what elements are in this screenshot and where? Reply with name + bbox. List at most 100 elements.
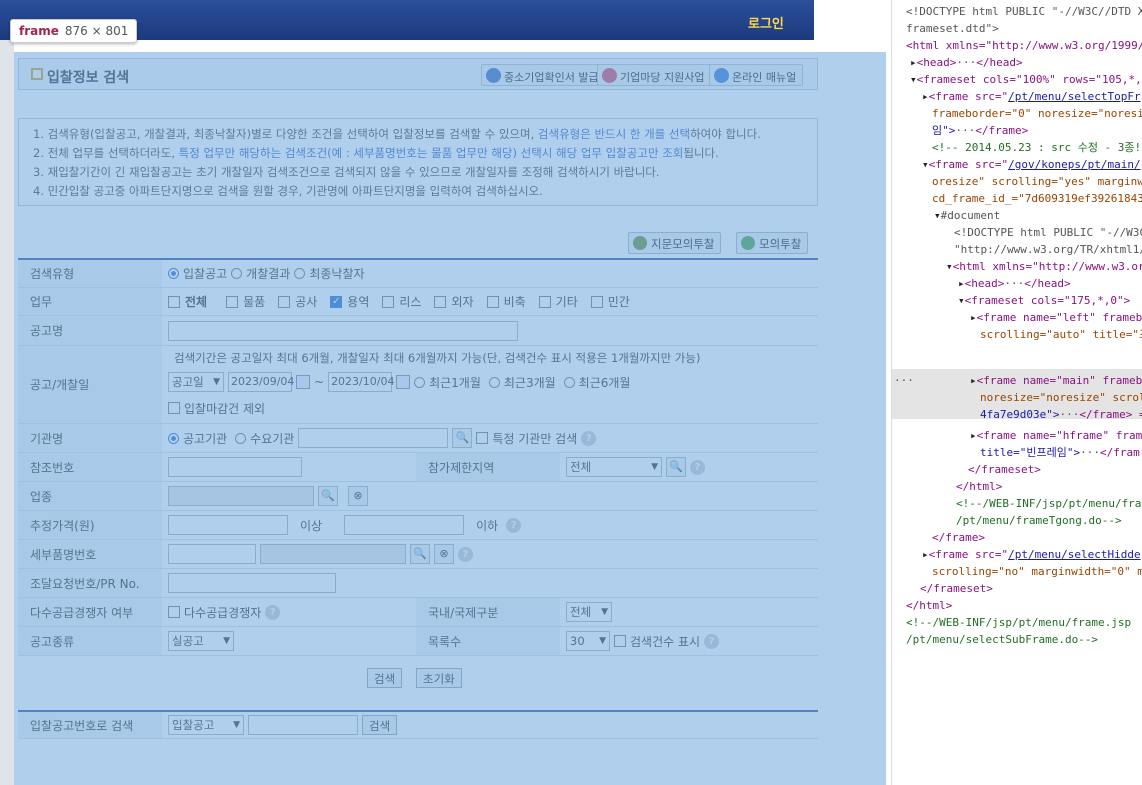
page-title-bar: 입찰정보 검색 중소기업확인서 발급 기업마당 지원사업 온라인 매뉴얼 bbox=[18, 58, 818, 90]
mock-bid-button[interactable]: 모의투찰 bbox=[736, 232, 809, 254]
bizinfo-button[interactable]: 기업마당 지원사업 bbox=[597, 64, 712, 86]
row-work: 업무 전체 물품 공사 ✓ 용역 리스 외자 비축 기타 민간 bbox=[18, 288, 818, 316]
radio-opening-result[interactable] bbox=[231, 268, 243, 279]
chk-work-etc[interactable] bbox=[538, 295, 551, 308]
chk-work-service[interactable]: ✓ bbox=[330, 295, 343, 308]
dom-node: </html> bbox=[956, 480, 1003, 493]
dom-node-frame-left[interactable]: ▸<frame name="left" frameb bbox=[970, 309, 1142, 326]
row-detail-item: 세부품명번호 🔍 ⊗ ? bbox=[18, 540, 818, 569]
dom-node: </frameset> bbox=[968, 463, 1041, 476]
dom-node-frameset[interactable]: ▾<frameset cols="100%" rows="105,*, bbox=[910, 71, 1142, 88]
chk-work-construction[interactable] bbox=[278, 295, 291, 308]
chk-work-stockpile[interactable] bbox=[486, 295, 499, 308]
dom-node-frame-main-selected[interactable]: ▸<frame name="main" frameb bbox=[970, 372, 1142, 389]
login-link[interactable]: 로그인 bbox=[748, 13, 784, 32]
dom-node-frame-main[interactable]: ▾<frame src="/gov/koneps/pt/main/ bbox=[922, 156, 1141, 173]
region-select[interactable]: 전체 ▼ bbox=[566, 457, 662, 477]
clear-icon[interactable]: ⊗ bbox=[434, 544, 454, 564]
dom-node: scrolling="no" marginwidth="0" m bbox=[932, 565, 1142, 578]
clear-icon[interactable]: ⊗ bbox=[348, 486, 368, 506]
pr-number-input[interactable] bbox=[168, 573, 336, 593]
dom-node[interactable]: frameset.dtd"> bbox=[906, 20, 999, 37]
search-icon[interactable]: 🔍 bbox=[318, 486, 338, 506]
chk-exclude-closed[interactable] bbox=[168, 402, 180, 414]
label-price: 추정가격(원) bbox=[18, 511, 162, 539]
dom-node-head[interactable]: ▸<head>···</head> bbox=[958, 275, 1071, 292]
bid-number-input[interactable] bbox=[248, 715, 358, 735]
dom-comment: /pt/menu/frameTgong.do--> bbox=[956, 514, 1122, 527]
globe-icon bbox=[486, 68, 501, 83]
radio-recent-6m[interactable] bbox=[563, 376, 575, 388]
notice-kind-select[interactable]: 실공고 ▼ bbox=[168, 631, 234, 651]
dom-node-head[interactable]: ▸<head>···</head> bbox=[910, 54, 1023, 71]
dom-node-document[interactable]: ▾#document bbox=[934, 207, 1000, 224]
label-multi-supplier: 다수공급경쟁자 여부 bbox=[18, 598, 162, 626]
guide-line-2: 2. 전체 업무를 선택하더라도, 특정 업무만 해당하는 검색조건(예 : 세… bbox=[33, 146, 719, 160]
dom-node-html[interactable]: ▾<html xmlns="http://www.w3.or bbox=[946, 258, 1142, 275]
dom-node[interactable]: <html xmlns="http://www.w3.org/1999/ bbox=[906, 37, 1142, 54]
help-icon[interactable]: ? bbox=[458, 546, 473, 562]
search-icon[interactable]: 🔍 bbox=[452, 428, 473, 448]
date-to-input[interactable]: 2023/10/04 bbox=[328, 372, 394, 392]
sme-certificate-button[interactable]: 중소기업확인서 발급 bbox=[481, 64, 606, 86]
help-icon[interactable]: ? bbox=[265, 604, 281, 620]
devtools-node-ellipsis[interactable]: ··· bbox=[894, 372, 914, 389]
domestic-intl-select[interactable]: 전체 ▼ bbox=[566, 602, 612, 622]
chk-work-foreign[interactable] bbox=[434, 295, 447, 308]
help-icon[interactable]: ? bbox=[704, 633, 720, 649]
radio-notice-org[interactable] bbox=[168, 432, 179, 444]
industry-input[interactable] bbox=[168, 486, 314, 506]
list-count-select[interactable]: 30 ▼ bbox=[566, 631, 610, 651]
row-notice-kind: 공고종류 실공고 ▼ 목록수 30 ▼ 검색건수 표시 ? bbox=[18, 627, 818, 656]
chk-specific-org[interactable] bbox=[476, 432, 489, 444]
notice-name-input[interactable] bbox=[168, 320, 518, 341]
price-min-input[interactable] bbox=[168, 515, 288, 535]
chk-work-lease[interactable] bbox=[382, 295, 395, 308]
radio-recent-1m[interactable] bbox=[414, 376, 426, 388]
dom-node: </frameset> bbox=[920, 582, 993, 595]
chk-work-all[interactable] bbox=[168, 295, 180, 308]
work-options: 전체 물품 공사 ✓ 용역 리스 외자 비축 기타 민간 bbox=[168, 288, 630, 315]
check-icon bbox=[741, 236, 755, 250]
search-icon[interactable]: 🔍 bbox=[410, 544, 430, 564]
search-button[interactable]: 검색 bbox=[367, 668, 403, 688]
ref-number-input[interactable] bbox=[168, 457, 302, 477]
date-type-select[interactable]: 공고일 ▼ bbox=[168, 372, 224, 392]
radio-recent-3m[interactable] bbox=[488, 376, 500, 388]
org-name-input[interactable] bbox=[298, 428, 449, 448]
dom-node-frame-top[interactable]: ▸<frame src="/pt/menu/selectTopFr bbox=[922, 88, 1141, 105]
calendar-icon[interactable] bbox=[296, 375, 310, 389]
date-note: 검색기간은 공고일자 최대 6개월, 개찰일자 최대 6개월까지 가능(단, 검… bbox=[174, 351, 701, 365]
devtools-elements-panel: <!DOCTYPE html PUBLIC "-//W3C//DTD X fra… bbox=[891, 0, 1142, 785]
price-max-input[interactable] bbox=[344, 515, 465, 535]
search-form: 검색유형 입찰공고 개찰결과 최종낙찰자 업무 전체 물품 공사 ✓ 용역 리스… bbox=[18, 258, 818, 656]
radio-demand-org[interactable] bbox=[235, 432, 247, 444]
chk-work-goods[interactable] bbox=[226, 295, 239, 308]
dom-node-frame-hframe[interactable]: ▸<frame name="hframe" fram bbox=[970, 427, 1142, 444]
search-icon[interactable]: 🔍 bbox=[666, 457, 686, 477]
reset-button[interactable]: 초기화 bbox=[416, 668, 462, 688]
help-icon[interactable]: ? bbox=[506, 517, 522, 533]
dom-node[interactable]: <!DOCTYPE html PUBLIC "-//W3C//DTD X bbox=[906, 3, 1142, 20]
radio-final-winner[interactable] bbox=[294, 268, 306, 279]
label-search-type: 검색유형 bbox=[18, 260, 162, 287]
bynum-search-button[interactable]: 검색 bbox=[362, 715, 398, 735]
detail-item-input[interactable] bbox=[168, 544, 256, 564]
date-from-input[interactable]: 2023/09/04 bbox=[228, 372, 294, 392]
help-icon[interactable]: ? bbox=[690, 459, 705, 475]
fingerprint-mock-bid-button[interactable]: 지문모의투찰 bbox=[628, 232, 722, 254]
bynum-type-select[interactable]: 입찰공고 ▼ bbox=[168, 715, 244, 735]
chk-work-private[interactable] bbox=[590, 295, 603, 308]
dom-node-frameset[interactable]: ▾<frameset cols="175,*,0"> bbox=[958, 292, 1130, 309]
row-pr-number: 조달요청번호/PR No. bbox=[18, 569, 818, 598]
help-icon[interactable]: ? bbox=[581, 430, 597, 446]
dom-node-frame-hidden[interactable]: ▸<frame src="/pt/menu/selectHidde bbox=[922, 546, 1141, 563]
chk-multi-supplier[interactable] bbox=[168, 606, 180, 618]
radio-bid-notice[interactable] bbox=[168, 268, 179, 279]
chk-show-count[interactable] bbox=[614, 635, 626, 647]
tooltip-tag: frame bbox=[19, 24, 59, 38]
dom-node: title="빈프레임">···</fram bbox=[980, 446, 1140, 459]
calendar-icon[interactable] bbox=[396, 375, 411, 389]
online-manual-button[interactable]: 온라인 매뉴얼 bbox=[709, 64, 804, 86]
detail-item-name-input[interactable] bbox=[260, 544, 406, 564]
